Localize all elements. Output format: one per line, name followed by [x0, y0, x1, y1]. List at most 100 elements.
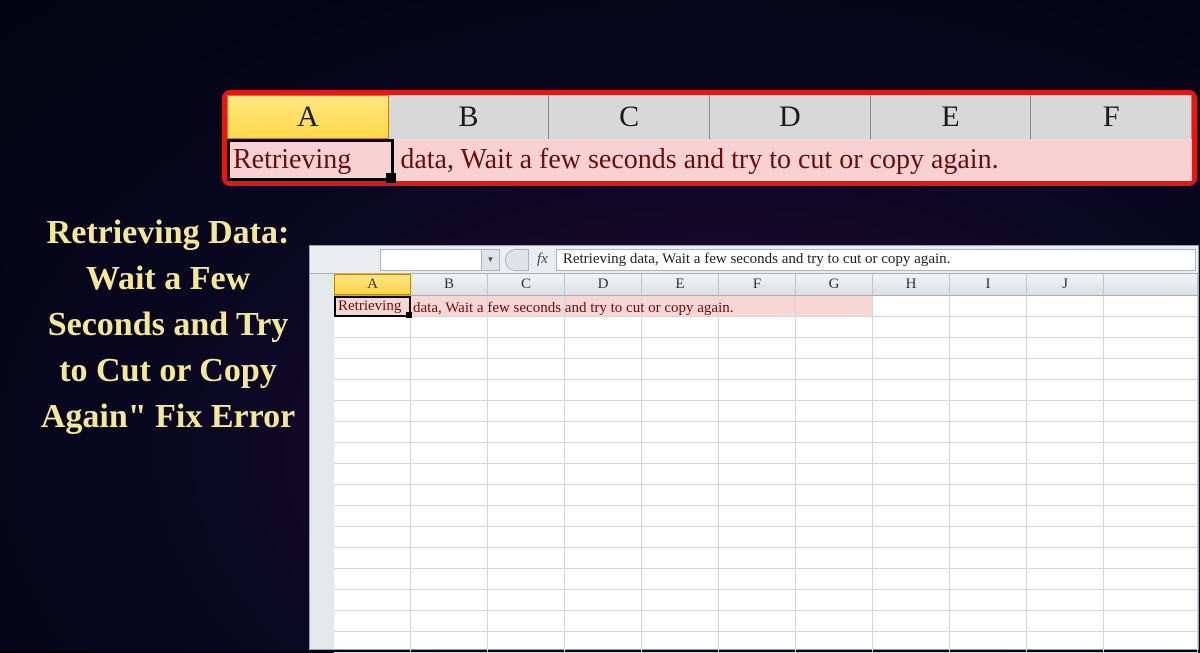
- grid-cell[interactable]: [950, 359, 1027, 380]
- grid-cell[interactable]: [488, 527, 565, 548]
- grid-cell[interactable]: [334, 506, 411, 527]
- grid-cell[interactable]: [1104, 506, 1198, 527]
- grid-cell[interactable]: [488, 443, 565, 464]
- column-header-a[interactable]: A: [227, 95, 389, 139]
- grid-cell[interactable]: [1104, 296, 1198, 317]
- grid-cell[interactable]: [334, 443, 411, 464]
- formula-cancel-button[interactable]: [505, 249, 529, 271]
- grid-cell[interactable]: [1027, 296, 1104, 317]
- grid-cell[interactable]: [873, 380, 950, 401]
- grid-cell[interactable]: [1104, 527, 1198, 548]
- grid-cell[interactable]: [796, 464, 873, 485]
- grid-cell[interactable]: [565, 611, 642, 632]
- column-header-d[interactable]: D: [710, 95, 871, 139]
- grid-cell[interactable]: [1027, 317, 1104, 338]
- grid-cell[interactable]: [719, 506, 796, 527]
- grid-cell[interactable]: [1027, 464, 1104, 485]
- grid-cell[interactable]: [1104, 422, 1198, 443]
- grid-cell[interactable]: [1027, 569, 1104, 590]
- grid-cell[interactable]: [411, 422, 488, 443]
- column-header-b[interactable]: B: [389, 95, 550, 139]
- grid-cell[interactable]: [334, 590, 411, 611]
- grid-cell[interactable]: [950, 548, 1027, 569]
- grid-cell[interactable]: [565, 296, 642, 317]
- grid-cell[interactable]: [334, 527, 411, 548]
- grid-cell[interactable]: [334, 401, 411, 422]
- grid-cell[interactable]: [796, 380, 873, 401]
- grid-cell[interactable]: [950, 485, 1027, 506]
- grid-cell[interactable]: [950, 422, 1027, 443]
- name-box-dropdown-icon[interactable]: ▼: [481, 250, 499, 270]
- grid-cell[interactable]: [873, 548, 950, 569]
- grid-cell[interactable]: [334, 464, 411, 485]
- grid-cell[interactable]: [873, 527, 950, 548]
- grid-cell[interactable]: [1104, 443, 1198, 464]
- grid-cell[interactable]: [1104, 380, 1198, 401]
- grid-cell[interactable]: [873, 296, 950, 317]
- grid-cell[interactable]: [873, 569, 950, 590]
- column-header-e[interactable]: E: [642, 274, 719, 295]
- grid-cell[interactable]: [1027, 548, 1104, 569]
- cell-a1[interactable]: Retrievingdata, Wait a few seconds and t…: [334, 296, 411, 317]
- grid-cell[interactable]: [565, 401, 642, 422]
- grid-cell[interactable]: [719, 317, 796, 338]
- grid-cell[interactable]: [334, 611, 411, 632]
- grid-cell[interactable]: [719, 338, 796, 359]
- grid-cell[interactable]: [796, 590, 873, 611]
- grid-cell[interactable]: [411, 506, 488, 527]
- grid-cell[interactable]: [950, 338, 1027, 359]
- grid-cell[interactable]: [719, 401, 796, 422]
- grid-cell[interactable]: [950, 506, 1027, 527]
- grid-cell[interactable]: [411, 569, 488, 590]
- grid-cell[interactable]: [488, 380, 565, 401]
- grid-cell[interactable]: [873, 464, 950, 485]
- grid-cell[interactable]: [796, 485, 873, 506]
- column-header-a[interactable]: A: [334, 274, 411, 295]
- grid-cell[interactable]: [334, 569, 411, 590]
- grid-cell[interactable]: [873, 359, 950, 380]
- grid-cell[interactable]: [642, 296, 719, 317]
- grid-cell[interactable]: [411, 338, 488, 359]
- grid-cell[interactable]: [1104, 611, 1198, 632]
- grid-cell[interactable]: [334, 422, 411, 443]
- grid-cell[interactable]: [642, 548, 719, 569]
- grid-cell[interactable]: [719, 485, 796, 506]
- grid-cell[interactable]: [1027, 506, 1104, 527]
- grid-cell[interactable]: [950, 569, 1027, 590]
- grid-cell[interactable]: [950, 464, 1027, 485]
- grid-cell[interactable]: [873, 590, 950, 611]
- grid-cell[interactable]: [642, 527, 719, 548]
- column-header-e[interactable]: E: [871, 95, 1032, 139]
- grid-cell[interactable]: [873, 506, 950, 527]
- grid-cell[interactable]: [565, 380, 642, 401]
- grid-cell[interactable]: [1027, 443, 1104, 464]
- grid-cell[interactable]: [1027, 422, 1104, 443]
- grid-cell[interactable]: [411, 464, 488, 485]
- grid-cell[interactable]: [488, 359, 565, 380]
- grid-cell[interactable]: [719, 611, 796, 632]
- column-header-i[interactable]: I: [950, 274, 1027, 295]
- grid-cell[interactable]: [1104, 317, 1198, 338]
- grid-cell[interactable]: [1104, 359, 1198, 380]
- grid-cell[interactable]: [950, 611, 1027, 632]
- grid-cell[interactable]: [950, 296, 1027, 317]
- grid-cell[interactable]: [642, 590, 719, 611]
- grid-cell[interactable]: [1027, 590, 1104, 611]
- grid-cell[interactable]: [950, 443, 1027, 464]
- grid-cell[interactable]: [411, 443, 488, 464]
- grid-cell[interactable]: [796, 317, 873, 338]
- grid-cell[interactable]: [642, 506, 719, 527]
- grid-cell[interactable]: [642, 401, 719, 422]
- grid-cell[interactable]: [334, 317, 411, 338]
- grid-cell[interactable]: [488, 506, 565, 527]
- grid-cell[interactable]: [488, 296, 565, 317]
- grid-cell[interactable]: [796, 401, 873, 422]
- grid-cell[interactable]: [334, 548, 411, 569]
- grid-cell[interactable]: [565, 527, 642, 548]
- grid-cell[interactable]: [411, 548, 488, 569]
- grid-cell[interactable]: [719, 443, 796, 464]
- column-header-f[interactable]: F: [1031, 95, 1192, 139]
- grid-cell[interactable]: [334, 338, 411, 359]
- grid-cell[interactable]: [1027, 401, 1104, 422]
- column-header-d[interactable]: D: [565, 274, 642, 295]
